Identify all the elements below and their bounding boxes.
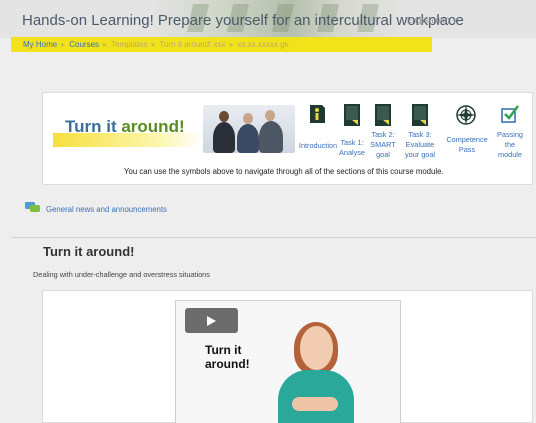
- nav-label: Task 2: SMART goal: [370, 130, 396, 159]
- nav-task-2[interactable]: Task 2: SMART goal: [369, 103, 397, 173]
- breadcrumb-course[interactable]: Turn it around! xxx: [160, 40, 226, 49]
- nav-introduction[interactable]: Introduction: [295, 103, 341, 153]
- book-icon: [375, 104, 391, 126]
- navigation-hint: You can use the symbols above to navigat…: [124, 167, 444, 176]
- language-label: English (en): [407, 16, 450, 25]
- banner-photo: [203, 105, 295, 153]
- news-forum-label: General news and announcements: [46, 205, 167, 214]
- language-menu[interactable]: English (en) ▼: [407, 16, 458, 25]
- book-icon: [344, 104, 360, 126]
- section-subtitle: Dealing with under-challenge and overstr…: [33, 270, 210, 279]
- nav-passing-module[interactable]: Passing the module: [492, 103, 528, 173]
- presenter-face: [300, 326, 333, 370]
- nav-label: Passing the module: [497, 130, 523, 159]
- nav-competence-pass[interactable]: Competence Pass: [442, 103, 492, 163]
- breadcrumb-courses[interactable]: Courses: [69, 40, 99, 49]
- breadcrumb-section[interactable]: xx.xx.xxxxx gk: [238, 40, 289, 49]
- nav-task-3[interactable]: Task 3: Evaluate your goal: [401, 103, 439, 173]
- play-icon: [207, 316, 216, 326]
- nav-label: Competence Pass: [446, 135, 488, 154]
- video-title: Turn it around!: [205, 343, 250, 371]
- module-banner: Turn it around!: [53, 105, 295, 153]
- site-title[interactable]: Hands-on Learning! Prepare yourself for …: [22, 12, 464, 29]
- video-card: Turn it around!: [42, 290, 533, 423]
- nav-label: Task 1: Analyse: [339, 138, 365, 157]
- forum-icon: [25, 202, 40, 212]
- breadcrumb-separator: ▸: [61, 40, 66, 49]
- breadcrumb-separator: ▸: [229, 40, 234, 49]
- breadcrumb-separator: ▸: [103, 40, 108, 49]
- section-divider: [11, 237, 536, 238]
- checkbox-icon: [501, 105, 519, 123]
- nav-label: Introduction: [298, 141, 338, 150]
- banner-title: Turn it around!: [65, 117, 185, 136]
- section-title: Turn it around!: [43, 244, 135, 259]
- video-player[interactable]: Turn it around!: [175, 300, 401, 423]
- site-header: Hands-on Learning! Prepare yourself for …: [0, 0, 536, 38]
- play-button[interactable]: [185, 308, 238, 333]
- compass-icon: [456, 105, 476, 125]
- breadcrumb-templates[interactable]: Templates: [111, 40, 147, 49]
- breadcrumb: My Home ▸ Courses ▸ Templates ▸ Turn it around…: [11, 37, 432, 52]
- nav-label: Task 3: Evaluate your goal: [404, 130, 436, 159]
- nav-task-1[interactable]: Task 1: Analyse: [337, 103, 367, 163]
- info-person-icon: [310, 105, 325, 123]
- presenter-hands: [292, 397, 338, 411]
- book-icon: [412, 104, 428, 126]
- breadcrumb-my-home[interactable]: My Home: [23, 40, 57, 49]
- breadcrumb-separator: ▸: [151, 40, 156, 49]
- caret-down-icon: ▼: [451, 19, 458, 25]
